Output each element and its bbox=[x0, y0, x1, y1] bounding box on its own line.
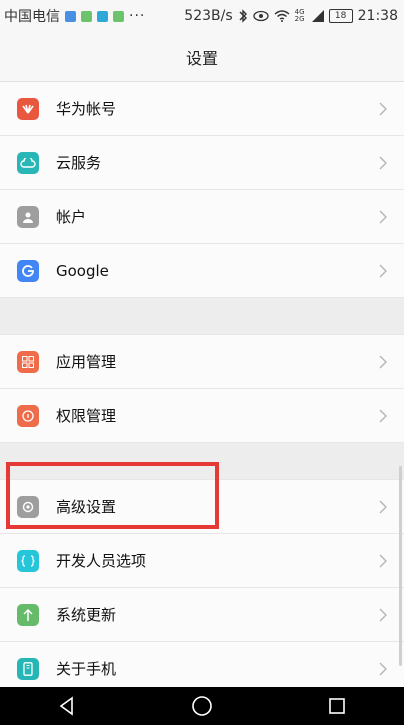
person-icon bbox=[17, 205, 39, 228]
settings-item-label: 高级设置 bbox=[56, 498, 117, 516]
phone-icon bbox=[17, 657, 39, 680]
huawei-icon bbox=[17, 97, 39, 120]
wifi-icon bbox=[274, 10, 290, 22]
back-triangle-icon bbox=[59, 696, 74, 716]
chevron-right-icon bbox=[379, 662, 387, 675]
cloud-icon bbox=[17, 151, 39, 174]
recent-apps-button[interactable] bbox=[323, 692, 351, 720]
chevron-right-icon bbox=[379, 210, 387, 223]
settings-item-label: 权限管理 bbox=[56, 407, 117, 425]
network-speed: 523B/s bbox=[184, 8, 233, 24]
scrollbar[interactable] bbox=[399, 466, 402, 666]
settings-item-label: 帐户 bbox=[56, 208, 87, 226]
chevron-right-icon bbox=[379, 608, 387, 621]
settings-item-label: 开发人员选项 bbox=[56, 552, 147, 570]
chat-notification-icon bbox=[113, 10, 124, 22]
settings-item-huawei-account[interactable]: 华为帐号 bbox=[0, 82, 404, 136]
settings-item-label: 应用管理 bbox=[56, 353, 117, 371]
settings-item-label: 华为帐号 bbox=[56, 100, 117, 118]
settings-item-developer-options[interactable]: 开发人员选项 bbox=[0, 534, 404, 588]
settings-item-accounts[interactable]: 帐户 bbox=[0, 190, 404, 244]
chevron-right-icon bbox=[379, 102, 387, 115]
gear-icon bbox=[17, 495, 39, 518]
settings-item-permission-management[interactable]: 权限管理 bbox=[0, 389, 404, 443]
status-left: 中国电信 ··· bbox=[4, 6, 145, 26]
google-icon bbox=[17, 259, 39, 282]
chevron-right-icon bbox=[379, 355, 387, 368]
eye-icon bbox=[252, 10, 269, 22]
settings-list: 华为帐号 云服务 帐户 Google 应用管理 权限管理 高级设置 开发人员选项… bbox=[0, 82, 404, 696]
signal-type: 4G 2G bbox=[294, 8, 305, 23]
settings-item-label: 关于手机 bbox=[56, 660, 117, 678]
chevron-right-icon bbox=[379, 409, 387, 422]
settings-item-label: 云服务 bbox=[56, 154, 102, 172]
chevron-right-icon bbox=[379, 554, 387, 567]
app-notification-icon bbox=[97, 10, 108, 22]
carrier-name: 中国电信 bbox=[4, 9, 60, 25]
chevron-right-icon bbox=[379, 264, 387, 277]
signal-icon bbox=[311, 10, 324, 22]
group-separator bbox=[0, 443, 404, 480]
chevron-right-icon bbox=[379, 156, 387, 169]
settings-item-label: 系统更新 bbox=[56, 606, 117, 624]
clock: 21:38 bbox=[357, 8, 398, 24]
settings-item-system-update[interactable]: 系统更新 bbox=[0, 588, 404, 642]
settings-item-label: Google bbox=[56, 261, 109, 280]
battery-indicator: 18 bbox=[328, 9, 353, 23]
arrow-up-icon bbox=[17, 603, 39, 626]
recent-square-icon bbox=[328, 698, 345, 714]
settings-item-app-management[interactable]: 应用管理 bbox=[0, 335, 404, 389]
more-notifications-icon: ··· bbox=[129, 8, 146, 24]
header: 设置 bbox=[0, 32, 404, 82]
page-title: 设置 bbox=[185, 48, 218, 68]
apps-icon bbox=[17, 350, 39, 373]
home-button[interactable] bbox=[188, 692, 216, 720]
settings-item-google[interactable]: Google bbox=[0, 244, 404, 298]
group-separator bbox=[0, 298, 404, 335]
bluetooth-icon bbox=[239, 9, 247, 23]
home-circle-icon bbox=[192, 696, 212, 716]
status-right: 523B/s 4G 2G 18 21:38 bbox=[184, 8, 398, 24]
settings-item-advanced-settings[interactable]: 高级设置 bbox=[0, 480, 404, 534]
wechat-notification-icon bbox=[81, 10, 92, 22]
shield-icon bbox=[17, 404, 39, 427]
image-notification-icon bbox=[65, 10, 76, 22]
chevron-right-icon bbox=[379, 500, 387, 513]
navigation-bar bbox=[0, 687, 404, 725]
back-button[interactable] bbox=[53, 692, 81, 720]
status-bar: 中国电信 ··· 523B/s 4G 2G 18 21:38 bbox=[0, 0, 404, 32]
settings-item-cloud-service[interactable]: 云服务 bbox=[0, 136, 404, 190]
braces-icon bbox=[17, 549, 39, 572]
